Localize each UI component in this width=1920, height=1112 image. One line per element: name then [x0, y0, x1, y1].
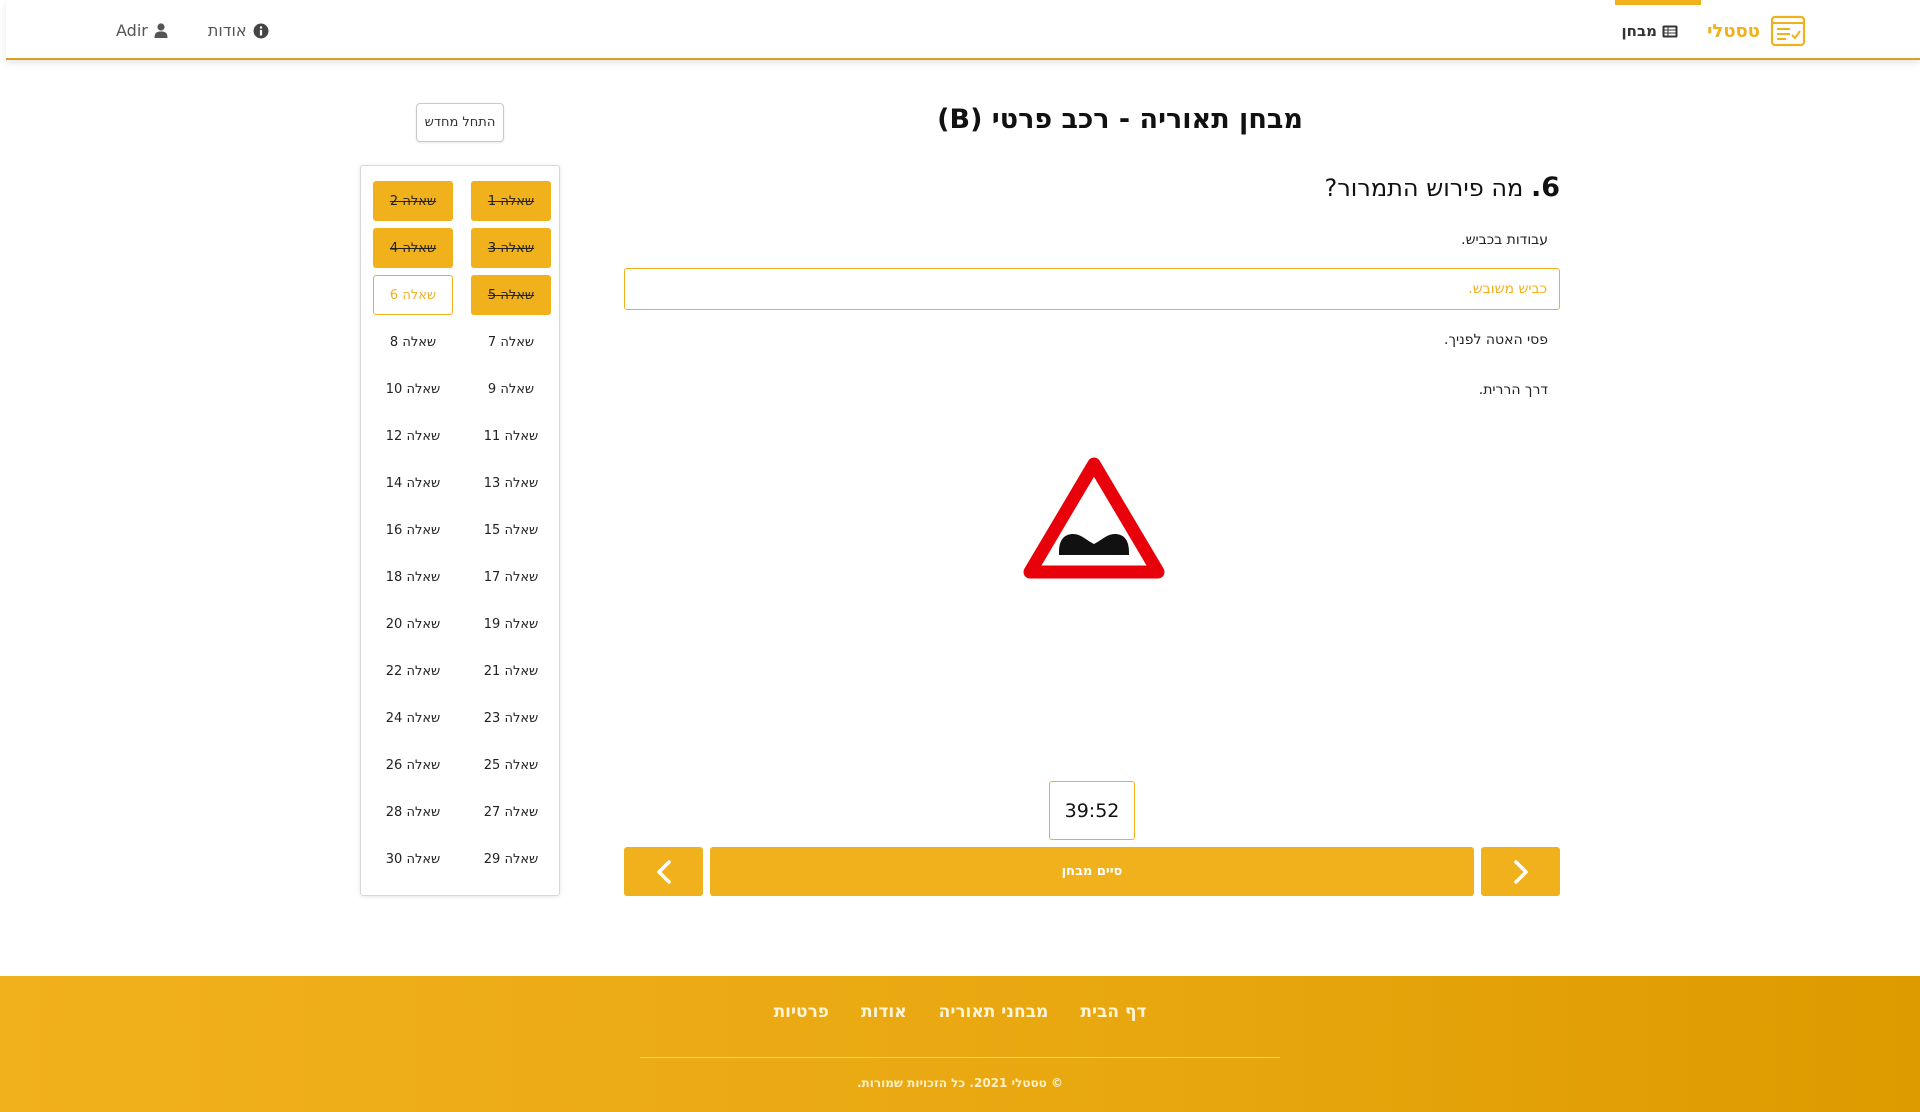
question-button-6[interactable]: שאלה 6	[373, 275, 453, 315]
question-button-27[interactable]: שאלה 27	[471, 792, 551, 832]
answer-option-1[interactable]: עבודות בכביש.	[624, 225, 1560, 255]
footer: דף הבית מבחני תאוריה אודות פרטיות © טסטל…	[0, 976, 1920, 1112]
brand-name: טסטלי	[1707, 20, 1760, 42]
question-button-4[interactable]: שאלה 4	[373, 228, 453, 268]
answer-option-2-selected[interactable]: כביש משובש.	[624, 268, 1560, 310]
question-button-22[interactable]: שאלה 22	[373, 651, 453, 691]
question-heading: 6. מה פירוש התמרור?	[1324, 172, 1560, 203]
question-button-23[interactable]: שאלה 23	[471, 698, 551, 738]
nav-exam-link[interactable]: מבחן	[1622, 22, 1678, 40]
footer-copyright: © טסטלי 2021. כל הזכויות שמורות.	[857, 1076, 1063, 1090]
question-button-30[interactable]: שאלה 30	[373, 839, 453, 879]
question-button-15[interactable]: שאלה 15	[471, 510, 551, 550]
finish-exam-button[interactable]: סיים מבחן	[710, 847, 1474, 896]
nav-about-label: אודות	[207, 21, 247, 40]
footer-link-home[interactable]: דף הבית	[1080, 1002, 1146, 1022]
top-navbar: טסטלי מבחן Adir אודות	[6, 0, 1920, 60]
user-menu[interactable]: Adir	[116, 21, 168, 40]
exam-timer: 39:52	[1049, 781, 1135, 840]
question-number: 6.	[1530, 172, 1560, 203]
footer-link-privacy[interactable]: פרטיות	[774, 1002, 829, 1022]
question-navigator: שאלה 1 שאלה 2 שאלה 3 שאלה 4 שאלה 5 שאלה 6 שאלה…	[360, 165, 560, 896]
nav-active-indicator	[1615, 0, 1701, 5]
user-name: Adir	[116, 21, 148, 40]
question-button-1[interactable]: שאלה 1	[471, 181, 551, 221]
footer-divider	[640, 1057, 1280, 1058]
road-sign-image	[1023, 457, 1165, 579]
question-button-17[interactable]: שאלה 17	[471, 557, 551, 597]
list-icon	[1662, 25, 1678, 37]
question-button-14[interactable]: שאלה 14	[373, 463, 453, 503]
user-icon	[154, 23, 168, 38]
question-button-8[interactable]: שאלה 8	[373, 322, 453, 362]
footer-nav: דף הבית מבחני תאוריה אודות פרטיות	[0, 1002, 1920, 1022]
page-title: מבחן תאוריה - רכב פרטי (B)	[937, 104, 1303, 135]
question-button-20[interactable]: שאלה 20	[373, 604, 453, 644]
nav-exam-label: מבחן	[1621, 22, 1657, 40]
question-button-2[interactable]: שאלה 2	[373, 181, 453, 221]
chevron-right-icon	[1513, 859, 1528, 884]
question-button-29[interactable]: שאלה 29	[471, 839, 551, 879]
question-button-13[interactable]: שאלה 13	[471, 463, 551, 503]
restart-button[interactable]: התחל מחדש	[416, 103, 504, 142]
question-button-26[interactable]: שאלה 26	[373, 745, 453, 785]
question-button-21[interactable]: שאלה 21	[471, 651, 551, 691]
question-button-12[interactable]: שאלה 12	[373, 416, 453, 456]
previous-question-button[interactable]	[624, 847, 703, 896]
answer-option-4[interactable]: דרך הררית.	[624, 375, 1560, 405]
question-button-5[interactable]: שאלה 5	[471, 275, 551, 315]
question-button-7[interactable]: שאלה 7	[471, 322, 551, 362]
question-button-3[interactable]: שאלה 3	[471, 228, 551, 268]
nav-about-link[interactable]: אודות	[208, 21, 269, 40]
question-text: מה פירוש התמרור?	[1324, 174, 1524, 202]
footer-link-theory-exams[interactable]: מבחני תאוריה	[939, 1002, 1049, 1022]
chevron-left-icon	[656, 859, 671, 884]
question-button-9[interactable]: שאלה 9	[471, 369, 551, 409]
answer-option-3[interactable]: פסי האטה לפניך.	[624, 325, 1560, 355]
question-button-16[interactable]: שאלה 16	[373, 510, 453, 550]
question-button-24[interactable]: שאלה 24	[373, 698, 453, 738]
brand-link[interactable]: טסטלי	[1707, 14, 1806, 48]
question-button-11[interactable]: שאלה 11	[471, 416, 551, 456]
footer-link-about[interactable]: אודות	[861, 1002, 907, 1022]
question-button-19[interactable]: שאלה 19	[471, 604, 551, 644]
checklist-icon	[1770, 15, 1806, 47]
question-button-10[interactable]: שאלה 10	[373, 369, 453, 409]
question-button-18[interactable]: שאלה 18	[373, 557, 453, 597]
question-button-28[interactable]: שאלה 28	[373, 792, 453, 832]
question-button-25[interactable]: שאלה 25	[471, 745, 551, 785]
question-grid: שאלה 1 שאלה 2 שאלה 3 שאלה 4 שאלה 5 שאלה 6 שאלה…	[371, 181, 551, 879]
next-question-button[interactable]	[1481, 847, 1560, 896]
info-circle-icon	[253, 23, 269, 38]
